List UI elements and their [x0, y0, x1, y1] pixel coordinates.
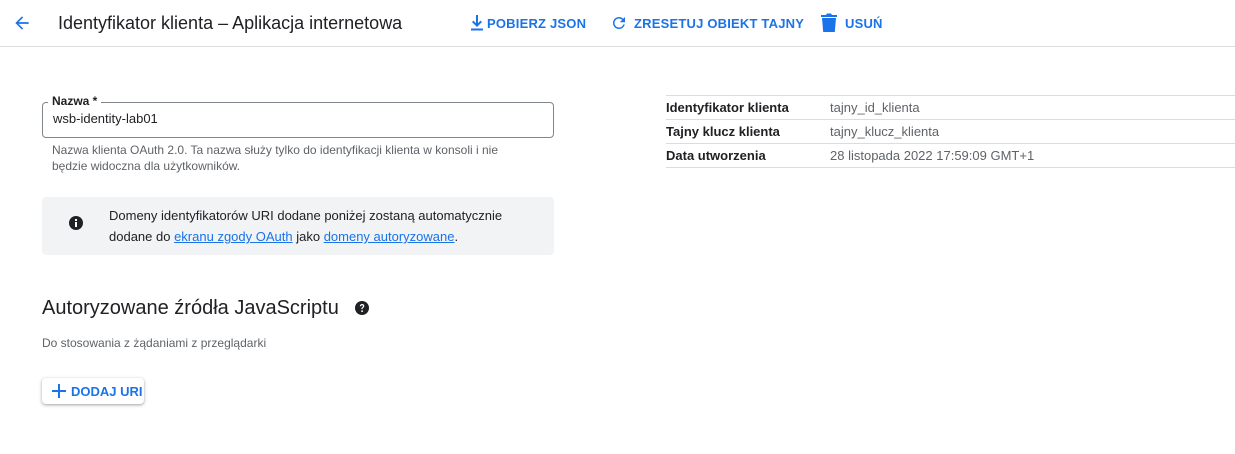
- trash-icon: [821, 13, 837, 32]
- name-hint: Nazwa klienta OAuth 2.0. Ta nazwa służy …: [52, 143, 498, 173]
- reset-secret-button[interactable]: ZRESETUJ OBIEKT TAJNY: [610, 12, 804, 34]
- download-json-button[interactable]: POBIERZ JSON: [470, 12, 586, 34]
- details-key: Identyfikator klienta: [666, 100, 789, 115]
- details-value: tajny_klucz_klienta: [830, 124, 940, 139]
- page-title: Identyfikator klienta – Aplikacja intern…: [58, 13, 403, 33]
- download-icon: [471, 15, 483, 31]
- details-row-created: Data utworzenia 28 listopada 2022 17:59:…: [666, 144, 1235, 168]
- info-banner: Domeny identyfikatorów URI dodane poniże…: [42, 197, 554, 255]
- download-json-label: POBIERZ JSON: [487, 15, 587, 31]
- delete-button[interactable]: USUŃ: [821, 12, 883, 34]
- details-row-client-secret: Tajny klucz klienta tajny_klucz_klienta: [666, 120, 1235, 144]
- details-value: 28 listopada 2022 17:59:09 GMT+1: [830, 148, 1035, 163]
- details-key: Tajny klucz klienta: [666, 124, 780, 139]
- client-details-table: Identyfikator klienta tajny_id_klienta T…: [666, 95, 1235, 168]
- add-uri-label: DODAJ URI: [71, 383, 143, 399]
- reset-secret-label: ZRESETUJ OBIEKT TAJNY: [634, 15, 805, 31]
- details-row-client-id: Identyfikator klienta tajny_id_klienta: [666, 96, 1235, 120]
- refresh-icon: [613, 17, 625, 29]
- name-field: [42, 102, 554, 138]
- info-text: Domeny identyfikatorów URI dodane poniże…: [109, 205, 539, 247]
- info-text-mid: jako: [292, 229, 324, 244]
- arrow-back-icon: [15, 16, 29, 30]
- help-icon[interactable]: [354, 300, 370, 316]
- add-uri-button[interactable]: DODAJ URI: [42, 378, 144, 404]
- js-origins-title: Autoryzowane źródła JavaScriptu: [42, 297, 339, 319]
- name-input[interactable]: [53, 111, 543, 126]
- oauth-consent-link[interactable]: ekranu zgody OAuth: [174, 229, 293, 244]
- top-toolbar: Identyfikator klienta – Aplikacja intern…: [0, 0, 1235, 47]
- plus-icon: [52, 384, 66, 398]
- info-text-end: .: [454, 229, 459, 244]
- delete-label: USUŃ: [845, 15, 883, 31]
- details-value: tajny_id_klienta: [830, 100, 920, 115]
- js-origins-description: Do stosowania z żądaniami z przeglądarki: [42, 336, 267, 350]
- authorized-domains-link[interactable]: domeny autoryzowane: [324, 229, 455, 244]
- name-label: Nazwa *: [48, 94, 102, 108]
- info-icon: [69, 216, 83, 230]
- details-key: Data utworzenia: [666, 148, 766, 163]
- back-button[interactable]: [10, 11, 34, 35]
